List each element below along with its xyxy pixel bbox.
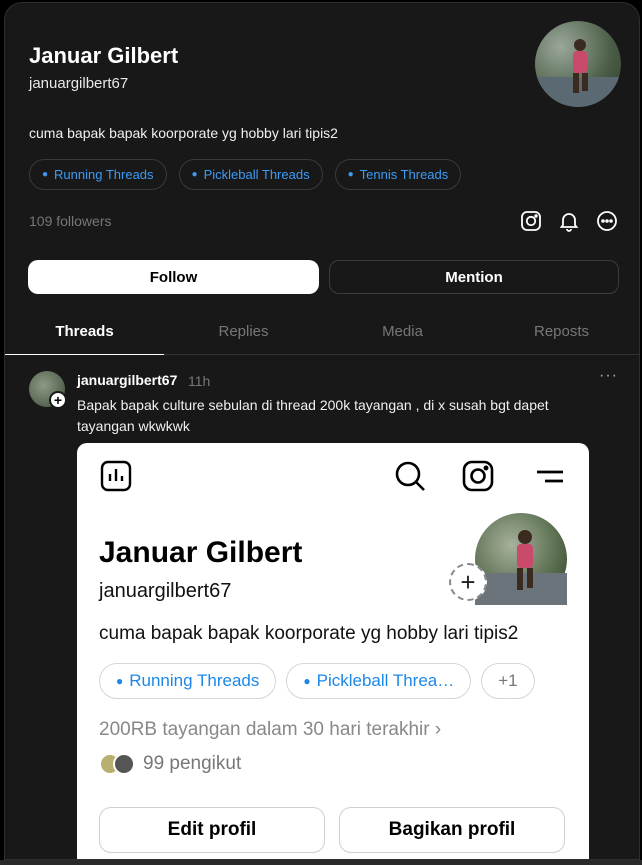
chip-pickleball-threads[interactable]: ● Pickleball Threads: [178, 159, 323, 190]
embedded-chips: ● Running Threads ● Pickleball Threa… +1: [99, 663, 535, 699]
embedded-followers: 99 pengikut: [99, 753, 241, 775]
embedded-chip-pickleball: ● Pickleball Threa…: [286, 663, 472, 699]
embedded-chip-running: ● Running Threads: [99, 663, 277, 699]
chip-label: Pickleball Threads: [203, 167, 310, 182]
embedded-avatar: [475, 513, 567, 605]
community-chips: ● Running Threads ● Pickleball Threads ●…: [29, 159, 462, 190]
tab-media[interactable]: Media: [323, 309, 482, 354]
profile-bio: cuma bapak bapak koorporate yg hobby lar…: [29, 125, 338, 141]
menu-icon: [537, 470, 563, 483]
embedded-toolbar: [99, 459, 567, 493]
mention-button[interactable]: Mention: [329, 260, 619, 294]
profile-panel: Januar Gilbert januargilbert67 cuma bapa…: [4, 2, 640, 860]
taskbar-strip: [0, 860, 642, 865]
post-text: Bapak bapak culture sebulan di thread 20…: [77, 397, 549, 434]
chip-tennis-threads[interactable]: ● Tennis Threads: [334, 159, 462, 190]
post-timestamp: 11h: [188, 373, 211, 389]
threads-dots-icon: ●: [191, 169, 198, 180]
embedded-screenshot[interactable]: Januar Gilbert januargilbert67 + cuma ba…: [77, 443, 589, 859]
profile-actions: [519, 209, 619, 233]
threads-dots-icon: ●: [303, 674, 311, 688]
share-profile-button: Bagikan profil: [339, 807, 565, 853]
chip-label: Tennis Threads: [359, 167, 449, 182]
embedded-views: 200RB tayangan dalam 30 hari terakhir ›: [99, 719, 441, 741]
instagram-icon[interactable]: [519, 209, 543, 233]
add-avatar-icon: +: [449, 563, 487, 601]
embedded-chip-more: +1: [481, 663, 535, 699]
embedded-handle: januargilbert67: [99, 580, 232, 602]
threads-dots-icon: ●: [347, 169, 354, 180]
follower-avatar: [113, 753, 135, 775]
followers-text: 99 pengikut: [143, 753, 242, 774]
insights-icon: [100, 460, 132, 492]
embedded-name: Januar Gilbert: [99, 536, 303, 569]
profile-name: Januar Gilbert: [29, 43, 179, 68]
chip-label: Running Threads: [129, 671, 260, 690]
bell-icon[interactable]: [557, 209, 581, 233]
search-icon: [395, 461, 425, 491]
instagram-icon: [462, 460, 494, 492]
chevron-right-icon: ›: [434, 719, 442, 740]
embedded-bio: cuma bapak bapak koorporate yg hobby lar…: [99, 623, 519, 644]
post-more-icon[interactable]: ···: [599, 367, 618, 385]
follow-button[interactable]: Follow: [28, 260, 319, 294]
views-text: 200RB tayangan dalam 30 hari terakhir: [99, 719, 430, 740]
profile-tabs: Threads Replies Media Reposts: [5, 309, 639, 355]
profile-handle: januargilbert67: [29, 75, 129, 92]
more-circle-icon[interactable]: [595, 209, 619, 233]
followers-count[interactable]: 109 followers: [29, 213, 112, 229]
profile-avatar[interactable]: [535, 21, 621, 107]
follow-plus-icon[interactable]: +: [49, 391, 67, 409]
chip-label: Pickleball Threa…: [316, 671, 455, 690]
chip-label: Running Threads: [54, 167, 154, 182]
tab-reposts[interactable]: Reposts: [482, 309, 639, 354]
edit-profile-button: Edit profil: [99, 807, 325, 853]
post-username[interactable]: januargilbert67: [77, 372, 177, 388]
threads-dots-icon: ●: [116, 674, 124, 688]
chip-running-threads[interactable]: ● Running Threads: [29, 159, 167, 190]
threads-dots-icon: ●: [42, 169, 49, 180]
tab-replies[interactable]: Replies: [164, 309, 323, 354]
tab-threads[interactable]: Threads: [5, 309, 164, 355]
